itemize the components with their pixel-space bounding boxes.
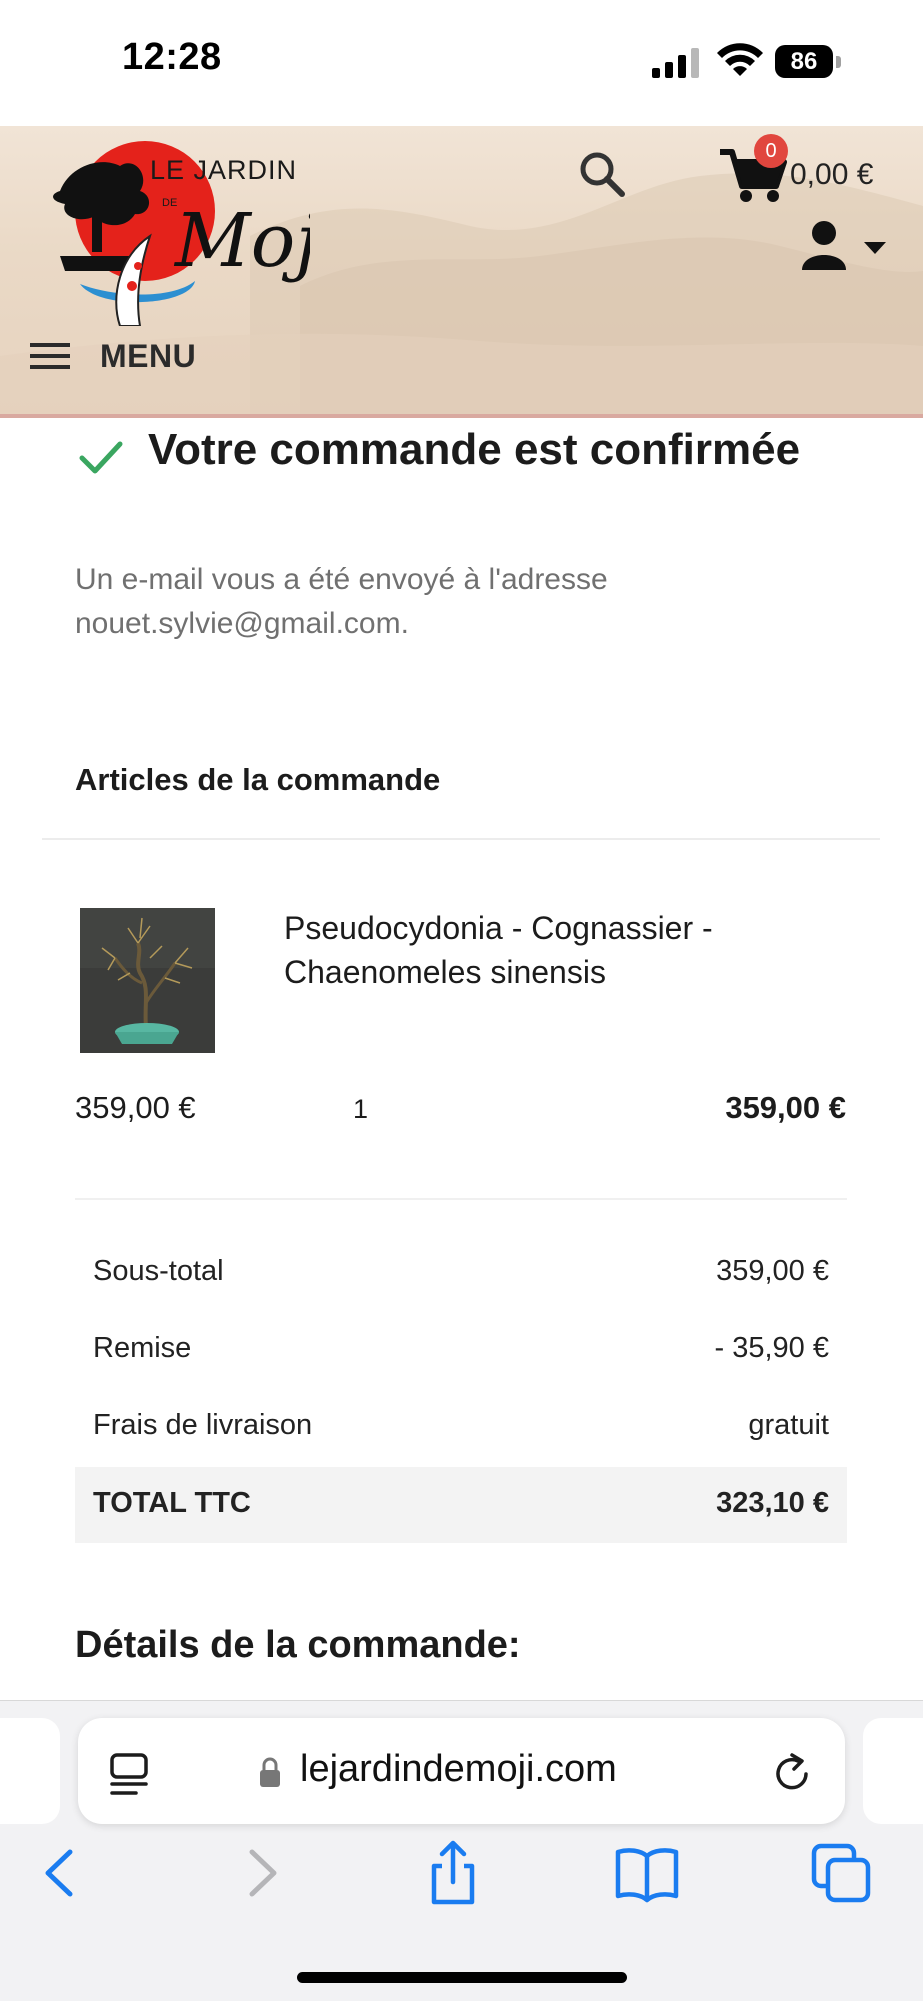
confirmation-message: Un e-mail vous a été envoyé à l'adresse … xyxy=(75,563,608,640)
shipping-value: gratuit xyxy=(748,1409,829,1441)
reload-icon[interactable] xyxy=(770,1752,814,1796)
status-time: 12:28 xyxy=(122,36,222,78)
site-logo[interactable]: LE JARDIN DE Moji xyxy=(40,136,310,326)
back-icon[interactable] xyxy=(26,1838,96,1908)
battery-level: 86 xyxy=(775,45,833,78)
shipping-row: Frais de livraison gratuit xyxy=(75,1389,847,1465)
hamburger-icon xyxy=(30,343,70,369)
order-items-title: Articles de la commande xyxy=(75,762,441,797)
product-image[interactable] xyxy=(80,908,215,1053)
discount-row: Remise - 35,90 € xyxy=(75,1312,847,1388)
previous-tab-preview[interactable] xyxy=(0,1718,60,1824)
product-name[interactable]: Pseudocydonia - Cognassier - Chaenomeles… xyxy=(284,906,844,994)
subtotal-row: Sous-total 359,00 € xyxy=(75,1235,847,1311)
confirmation-title: Votre commande est confirmée xyxy=(148,425,801,474)
search-icon[interactable] xyxy=(578,150,626,198)
check-icon xyxy=(79,441,123,474)
menu-button[interactable]: MENU xyxy=(30,334,230,384)
address-bar[interactable]: lejardindemoji.com xyxy=(78,1718,845,1824)
next-tab-preview[interactable] xyxy=(863,1718,923,1824)
product-line-total: 359,00 € xyxy=(725,1090,846,1125)
lock-icon xyxy=(260,1757,280,1787)
order-details-title: Détails de la commande: xyxy=(75,1624,521,1666)
logo-text-top: LE JARDIN xyxy=(150,155,297,185)
forward-icon[interactable] xyxy=(226,1838,296,1908)
menu-label: MENU xyxy=(100,338,197,374)
total-row: TOTAL TTC 323,10 € xyxy=(75,1467,847,1543)
shipping-label: Frais de livraison xyxy=(93,1409,313,1441)
discount-label: Remise xyxy=(93,1332,192,1364)
divider xyxy=(42,838,880,840)
divider xyxy=(75,1198,847,1200)
home-indicator xyxy=(297,1972,627,1983)
total-value: 323,10 € xyxy=(716,1487,829,1519)
url-text[interactable]: lejardindemoji.com xyxy=(300,1748,617,1791)
page-menu-icon[interactable] xyxy=(108,1752,150,1796)
cellular-signal-icon xyxy=(652,46,702,78)
subtotal-label: Sous-total xyxy=(93,1255,224,1287)
battery-icon: 86 xyxy=(775,45,841,78)
cart-count-badge: 0 xyxy=(754,134,788,168)
user-account-icon[interactable] xyxy=(800,220,890,272)
discount-value: - 35,90 € xyxy=(714,1332,829,1364)
share-icon[interactable] xyxy=(418,1838,488,1908)
wifi-icon xyxy=(717,43,763,76)
product-quantity: 1 xyxy=(353,1094,369,1124)
subtotal-value: 359,00 € xyxy=(716,1255,829,1287)
product-unit-price: 359,00 € xyxy=(75,1090,196,1125)
logo-text-main: Moji xyxy=(173,198,310,284)
status-bar: 12:28 86 xyxy=(0,0,923,126)
total-label: TOTAL TTC xyxy=(93,1487,251,1519)
bookmarks-icon[interactable] xyxy=(612,1838,682,1908)
cart-total[interactable]: 0,00 € xyxy=(790,158,873,192)
tabs-icon[interactable] xyxy=(806,1838,876,1908)
site-header: LE JARDIN DE Moji 0 0,00 € MENU xyxy=(0,126,923,418)
